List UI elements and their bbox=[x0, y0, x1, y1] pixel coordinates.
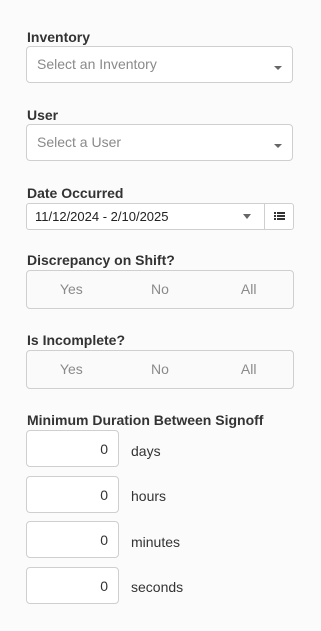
chevron-down-icon[interactable] bbox=[243, 214, 251, 219]
discrepancy-toggle: Yes No All bbox=[26, 270, 294, 309]
chevron-down-icon bbox=[274, 144, 282, 148]
incomplete-yes-option[interactable]: Yes bbox=[27, 351, 116, 388]
incomplete-toggle: Yes No All bbox=[26, 350, 294, 389]
discrepancy-label: Discrepancy on Shift? bbox=[27, 252, 175, 268]
inventory-label: Inventory bbox=[27, 29, 91, 45]
user-select[interactable]: Select a User bbox=[26, 124, 293, 161]
date-occurred-label: Date Occurred bbox=[27, 185, 124, 201]
discrepancy-yes-option[interactable]: Yes bbox=[27, 271, 116, 308]
days-unit-label: days bbox=[131, 443, 161, 459]
incomplete-label: Is Incomplete? bbox=[27, 332, 126, 348]
minutes-unit-label: minutes bbox=[131, 534, 181, 550]
date-range-picker[interactable]: 11/12/2024 - 2/10/2025 bbox=[26, 203, 294, 230]
inventory-placeholder: Select an Inventory bbox=[37, 56, 157, 72]
min-duration-label: Minimum Duration Between Signoff bbox=[27, 412, 264, 428]
hours-unit-label: hours bbox=[131, 488, 167, 504]
chevron-down-icon bbox=[274, 66, 282, 70]
discrepancy-no-option[interactable]: No bbox=[116, 271, 205, 308]
date-range-value: 11/12/2024 - 2/10/2025 bbox=[35, 209, 169, 224]
hours-value: 0 bbox=[100, 487, 108, 503]
minutes-input[interactable]: 0 bbox=[26, 521, 119, 558]
user-placeholder: Select a User bbox=[37, 134, 122, 150]
incomplete-no-option[interactable]: No bbox=[116, 351, 205, 388]
list-icon bbox=[274, 212, 285, 220]
seconds-unit-label: seconds bbox=[131, 579, 184, 595]
filter-panel: Inventory Select an Inventory User Selec… bbox=[0, 0, 321, 631]
seconds-input[interactable]: 0 bbox=[26, 567, 119, 604]
days-input[interactable]: 0 bbox=[26, 430, 119, 467]
date-range-list-button[interactable] bbox=[264, 204, 293, 229]
minutes-value: 0 bbox=[100, 532, 108, 548]
seconds-value: 0 bbox=[100, 578, 108, 594]
hours-input[interactable]: 0 bbox=[26, 476, 119, 513]
discrepancy-all-option[interactable]: All bbox=[204, 271, 293, 308]
incomplete-all-option[interactable]: All bbox=[204, 351, 293, 388]
inventory-select[interactable]: Select an Inventory bbox=[26, 46, 293, 83]
days-value: 0 bbox=[100, 441, 108, 457]
user-label: User bbox=[27, 107, 59, 123]
